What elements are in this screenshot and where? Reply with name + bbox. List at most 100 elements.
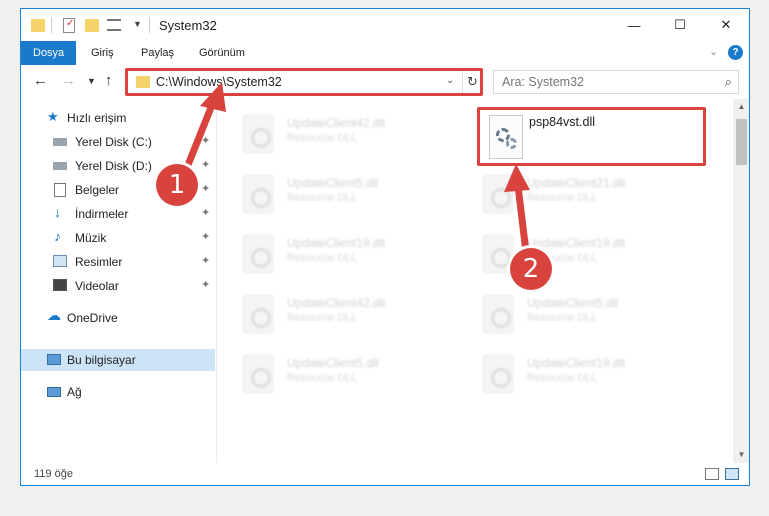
scroll-up-icon[interactable]: ▲ (733, 99, 749, 115)
list-item[interactable]: UpdateClient19.dll Resource DLL (461, 229, 691, 281)
file-type: Resource DLL (527, 312, 598, 324)
details-view-icon[interactable] (705, 468, 719, 480)
drive-icon (53, 138, 67, 146)
title-bar: ✓ ▼ System32 — ☐ ✕ (21, 9, 749, 41)
dll-file-icon (243, 115, 273, 153)
sidebar-item-label: Müzik (75, 231, 107, 245)
list-item[interactable]: UpdateClient42.dll Resource DLL (221, 109, 451, 161)
step-1-badge: 1 (156, 164, 198, 206)
sidebar-item-downloads[interactable]: ↓ İndirmeler ✦ (21, 203, 215, 225)
properties-icon[interactable]: ✓ (63, 18, 75, 33)
forward-arrow-icon[interactable]: → (61, 72, 76, 89)
item-count: 119 öğe (34, 468, 73, 480)
file-type: Resource DLL (527, 192, 598, 204)
sidebar-item-disk-c[interactable]: Yerel Disk (C:) ✦ (21, 131, 215, 153)
search-input[interactable]: Ara: System32 ⌕ (493, 70, 739, 94)
back-arrow-icon[interactable]: ← (33, 72, 48, 89)
navigation-pane: ★ Hızlı erişim Yerel Disk (C:) ✦ Yerel D… (21, 99, 217, 463)
explorer-window: ✓ ▼ System32 — ☐ ✕ Dosya Giriş Paylaş Gö… (20, 8, 750, 486)
scroll-thumb[interactable] (736, 119, 747, 165)
dll-file-icon (243, 235, 273, 273)
file-name: UpdateClient42.dll (287, 296, 386, 310)
separator (149, 17, 150, 33)
up-arrow-icon[interactable]: ↑ (105, 72, 113, 89)
sidebar-item-label: OneDrive (67, 311, 118, 325)
navigation-bar: ← → ▼ ↑ C:\Windows\System32 ⌄ ↻ Ara: Sys… (21, 65, 749, 99)
tab-home[interactable]: Giriş (79, 41, 126, 65)
sidebar-item-label: Belgeler (75, 183, 120, 197)
list-item[interactable]: UpdateClient5.dll Resource DLL (221, 349, 451, 401)
sidebar-item-label: Bu bilgisayar (67, 353, 136, 367)
sidebar-item-videos[interactable]: Videolar ✦ (21, 275, 215, 297)
sidebar-item-label: Yerel Disk (D:) (75, 159, 152, 173)
new-folder-icon[interactable] (85, 19, 99, 32)
step-2-badge: 2 (510, 248, 552, 290)
recent-locations-icon[interactable]: ▼ (87, 76, 96, 86)
dll-file-icon (243, 175, 273, 213)
sidebar-item-network[interactable]: Ağ (21, 381, 215, 403)
screenshot-frame: ✓ ▼ System32 — ☐ ✕ Dosya Giriş Paylaş Gö… (0, 0, 769, 516)
dll-file-icon (483, 295, 513, 333)
file-type: Resource DLL (287, 372, 358, 384)
dll-file-icon (243, 295, 273, 333)
list-item[interactable]: UpdateClient42.dll Resource DLL (221, 289, 451, 341)
file-name: UpdateClient19.dll (527, 356, 626, 370)
file-highlight-box (477, 107, 706, 166)
tab-share[interactable]: Paylaş (129, 41, 186, 65)
cloud-icon: ☁ (47, 307, 61, 323)
list-item[interactable]: UpdateClient5.dll Resource DLL (461, 289, 691, 341)
file-type: Resource DLL (527, 372, 598, 384)
large-icons-view-icon[interactable] (725, 468, 739, 480)
network-icon (47, 387, 61, 397)
pin-icon[interactable]: ✦ (201, 278, 210, 291)
drive-icon (53, 162, 67, 170)
dll-file-icon (483, 175, 513, 213)
ribbon-tabs: Dosya Giriş Paylaş Görünüm ⌄ ? (21, 41, 749, 65)
pin-icon[interactable]: ✦ (201, 134, 210, 147)
scroll-down-icon[interactable]: ▼ (733, 447, 749, 463)
tab-view[interactable]: Görünüm (187, 41, 257, 65)
list-item[interactable]: UpdateClient5.dll Resource DLL (221, 169, 451, 221)
sidebar-item-label: Hızlı erişim (67, 111, 127, 125)
file-list: UpdateClient42.dll Resource DLL UpdateCl… (221, 99, 733, 463)
folder-icon (31, 19, 45, 32)
documents-icon (54, 183, 66, 197)
dll-file-icon (483, 355, 513, 393)
video-icon (53, 279, 67, 291)
address-highlight-box (125, 68, 483, 96)
sidebar-item-music[interactable]: ♪ Müzik ✦ (21, 227, 215, 249)
file-type: Resource DLL (287, 312, 358, 324)
pin-icon[interactable]: ✦ (201, 206, 210, 219)
computer-icon (47, 354, 61, 365)
tab-file[interactable]: Dosya (21, 41, 77, 65)
pin-icon[interactable]: ✦ (201, 254, 210, 267)
dll-file-icon (483, 235, 513, 273)
minimize-button[interactable]: — (611, 9, 657, 41)
file-name: UpdateClient21.dll (527, 176, 626, 190)
sidebar-item-label: Yerel Disk (C:) (75, 135, 152, 149)
customize-toolbar-icon[interactable] (107, 19, 121, 31)
sidebar-item-onedrive[interactable]: ☁ OneDrive (21, 307, 215, 329)
maximize-button[interactable]: ☐ (657, 9, 703, 41)
pin-icon[interactable]: ✦ (201, 230, 210, 243)
sidebar-item-this-pc[interactable]: Bu bilgisayar (21, 349, 215, 371)
file-name: UpdateClient5.dll (287, 356, 379, 370)
chevron-down-icon[interactable]: ▼ (133, 19, 142, 29)
list-item[interactable]: UpdateClient19.dll Resource DLL (221, 229, 451, 281)
download-icon: ↓ (54, 204, 61, 220)
vertical-scrollbar[interactable]: ▲ ▼ (733, 99, 749, 463)
list-item[interactable]: UpdateClient19.dll Resource DLL (461, 349, 691, 401)
search-placeholder: Ara: System32 (502, 75, 584, 89)
close-button[interactable]: ✕ (703, 9, 749, 41)
sidebar-item-label: Ağ (67, 385, 82, 399)
search-icon[interactable]: ⌕ (725, 74, 732, 90)
pin-icon[interactable]: ✦ (201, 182, 210, 195)
help-icon[interactable]: ? (728, 45, 743, 60)
sidebar-item-pictures[interactable]: Resimler ✦ (21, 251, 215, 273)
file-name: UpdateClient5.dll (527, 296, 619, 310)
expand-ribbon-icon[interactable]: ⌄ (709, 45, 718, 58)
pin-icon[interactable]: ✦ (201, 158, 210, 171)
sidebar-item-quick-access[interactable]: ★ Hızlı erişim (21, 107, 215, 129)
list-item[interactable]: UpdateClient21.dll Resource DLL (461, 169, 691, 221)
separator (51, 17, 52, 33)
